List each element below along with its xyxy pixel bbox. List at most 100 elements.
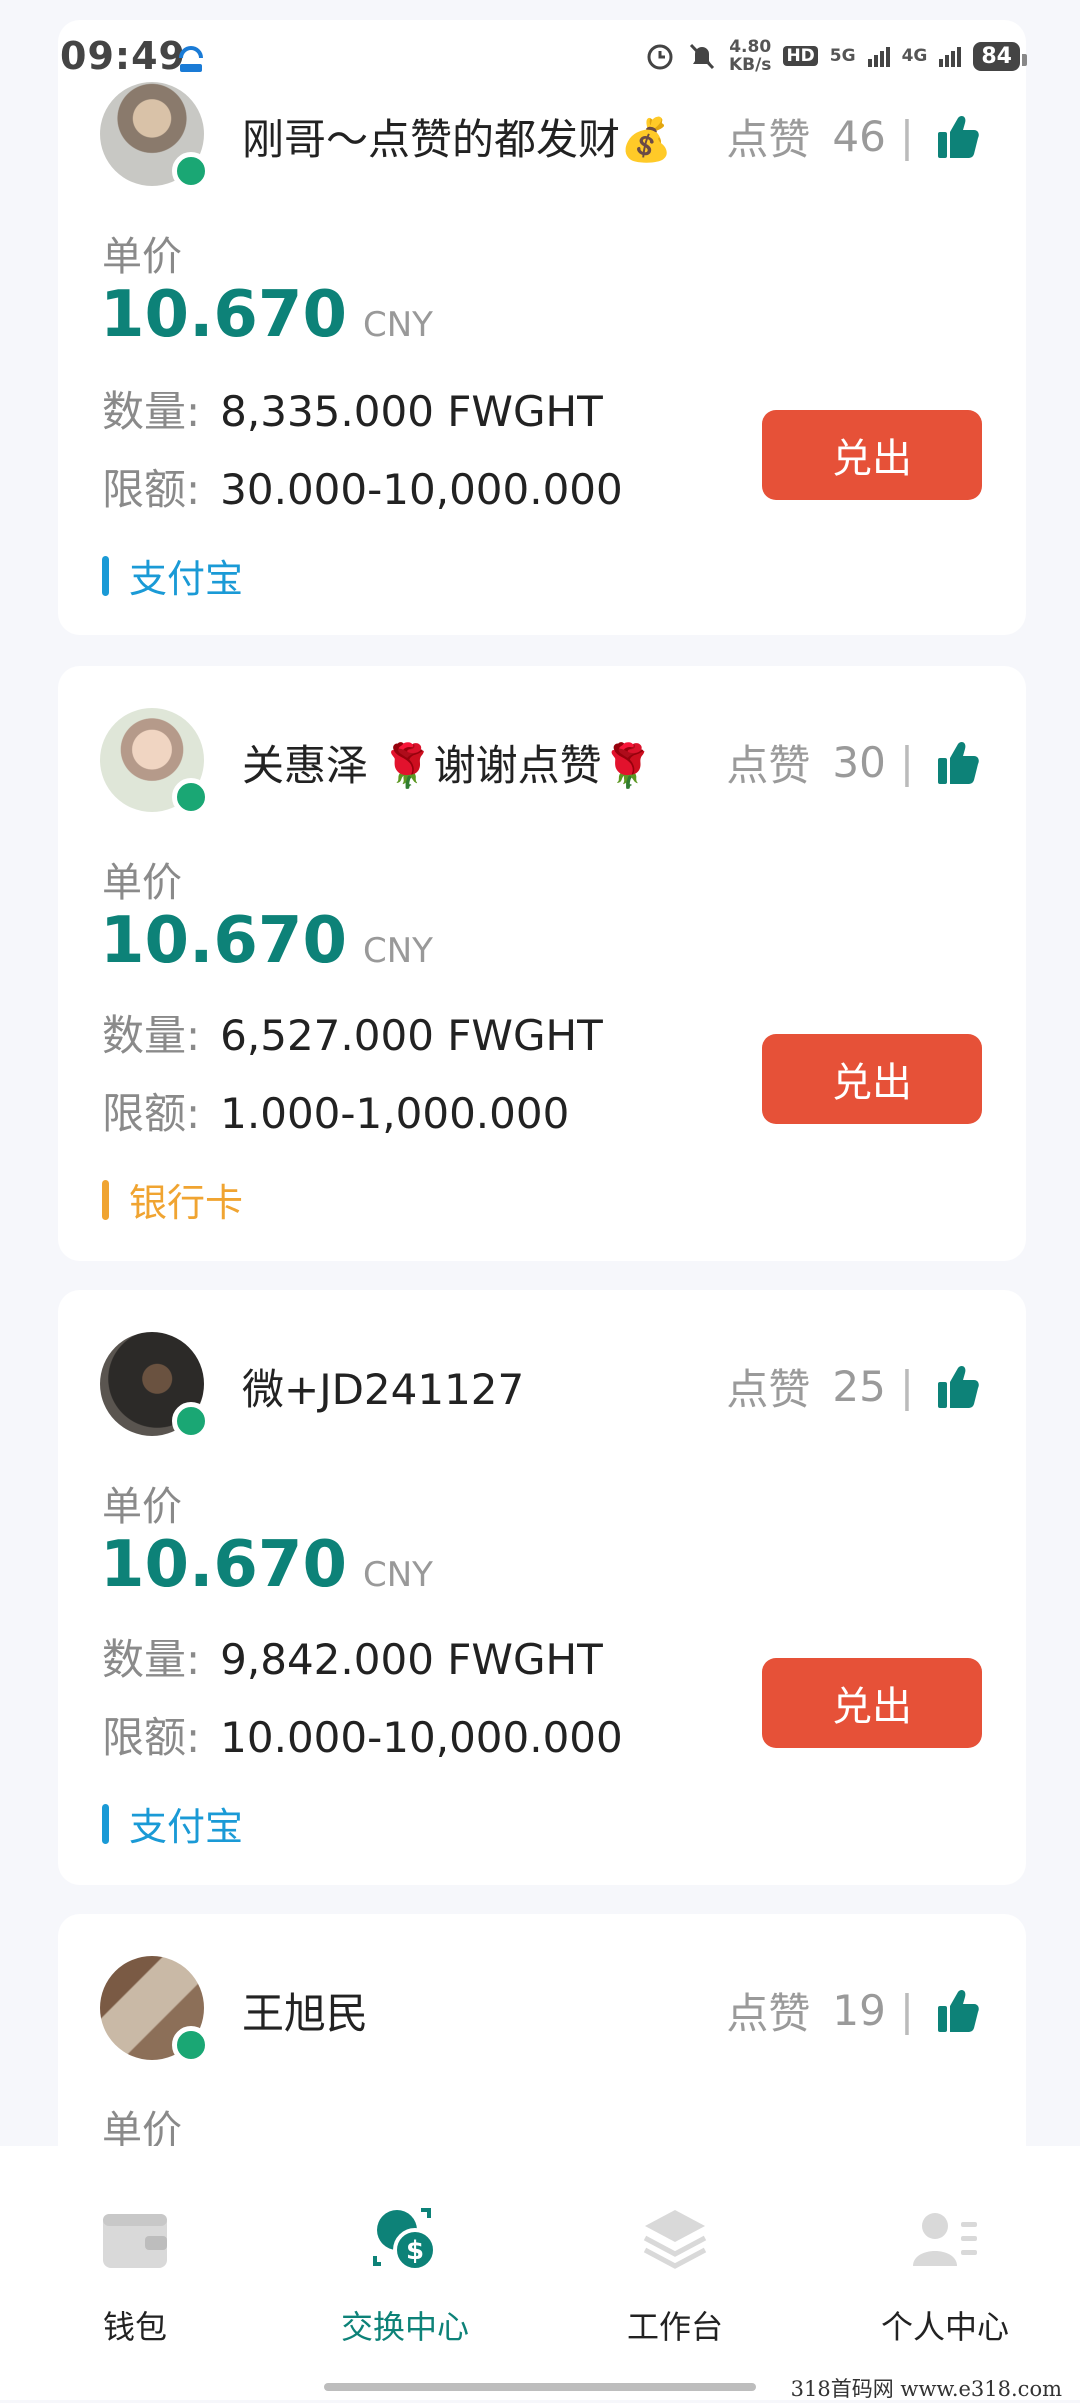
mute-icon xyxy=(689,43,715,70)
avatar[interactable] xyxy=(100,1956,210,2064)
limit-label: 限额: xyxy=(102,465,201,514)
exchange-icon: $ xyxy=(373,2208,437,2272)
likes-count: 30 xyxy=(832,738,886,787)
limit-label: 限额: xyxy=(102,1713,201,1762)
hd-badge: HD xyxy=(783,46,818,66)
quantity-row: 数量: 6,527.000 FWGHT xyxy=(102,1002,603,1063)
sell-button[interactable]: 兑出 xyxy=(762,1658,982,1748)
quantity-value: 8,335.000 FWGHT xyxy=(220,387,603,436)
likes-count: 46 xyxy=(832,112,886,161)
likes: 点赞 30 | xyxy=(726,732,980,793)
likes-label: 点赞 xyxy=(726,741,811,790)
likes-label: 点赞 xyxy=(726,1989,811,2038)
unit-price: 10.670 CNY xyxy=(100,1528,433,1602)
wallet-icon xyxy=(103,2214,167,2268)
likes-label: 点赞 xyxy=(726,1365,811,1414)
price-label: 单价 xyxy=(102,234,182,280)
online-status-dot xyxy=(172,2026,210,2064)
bottom-tab-bar: 钱包 $ 交换中心 工作台 个人中心 xyxy=(0,2146,1080,2400)
payment-method: 支付宝 xyxy=(102,1796,243,1851)
tab-workbench[interactable]: 工作台 xyxy=(540,2146,810,2400)
thumbs-up-icon[interactable] xyxy=(936,1988,980,2034)
net-type-1: 5G xyxy=(829,46,856,66)
thumbs-up-icon[interactable] xyxy=(936,114,980,160)
svg-text:$: $ xyxy=(406,2236,424,2266)
price-label: 单价 xyxy=(102,1484,182,1530)
battery-indicator: 84 xyxy=(973,41,1027,71)
divider: | xyxy=(899,112,914,161)
limit-label: 限额: xyxy=(102,1089,201,1138)
quantity-value: 9,842.000 FWGHT xyxy=(220,1635,603,1684)
payment-bar xyxy=(102,1179,109,1220)
signal-icon xyxy=(867,47,890,67)
seller-name: 王旭民 xyxy=(242,1989,369,2038)
net-type-2: 4G xyxy=(901,46,928,66)
payment-bar xyxy=(102,1803,109,1844)
payment-label: 银行卡 xyxy=(129,1181,244,1225)
tab-label: 交换中心 xyxy=(340,2308,469,2346)
offer-card[interactable]: 微+JD241127 点赞 25 | 单价 10.670 CNY 数量: 9,842… xyxy=(58,1290,1026,1885)
likes: 点赞 25 | xyxy=(726,1356,980,1417)
limit-row: 限额: 30.000-10,000.000 xyxy=(102,456,623,517)
payment-method: 支付宝 xyxy=(102,548,243,603)
seller-name: 微+JD241127 xyxy=(242,1365,525,1414)
offer-card[interactable]: 关惠泽 🌹谢谢点赞🌹 点赞 30 | 单价 10.670 CNY 数量: 6,527… xyxy=(58,666,1026,1261)
unit-price: 10.670 CNY xyxy=(100,904,433,978)
online-status-dot xyxy=(172,778,210,816)
likes-count: 25 xyxy=(832,1362,886,1411)
payment-label: 支付宝 xyxy=(129,557,244,601)
divider: | xyxy=(899,1986,914,2035)
likes: 点赞 46 | xyxy=(726,106,980,167)
tab-profile[interactable]: 个人中心 xyxy=(810,2146,1080,2400)
home-indicator[interactable] xyxy=(324,2383,756,2391)
status-time: 09:49 xyxy=(60,34,186,78)
avatar[interactable] xyxy=(100,708,210,816)
unit-price: 10.670 CNY xyxy=(100,278,433,352)
avatar[interactable] xyxy=(100,1332,210,1440)
payment-label: 支付宝 xyxy=(129,1805,244,1849)
limit-value: 10.000-10,000.000 xyxy=(220,1713,623,1762)
currency: CNY xyxy=(362,1555,433,1595)
quantity-label: 数量: xyxy=(102,387,201,436)
quantity-row: 数量: 8,335.000 FWGHT xyxy=(102,378,603,439)
price-value: 10.670 xyxy=(100,1528,347,1602)
tab-wallet[interactable]: 钱包 xyxy=(0,2146,270,2400)
divider: | xyxy=(899,738,914,787)
price-value: 10.670 xyxy=(100,904,347,978)
limit-value: 30.000-10,000.000 xyxy=(220,465,623,514)
currency: CNY xyxy=(362,305,433,345)
status-bar: 09:49 4.80 KB/s HD 5G 4G 84 xyxy=(0,0,1080,80)
payment-method: 银行卡 xyxy=(102,1172,243,1227)
tab-label: 个人中心 xyxy=(880,2308,1009,2346)
tab-label: 工作台 xyxy=(626,2308,723,2346)
status-icons: 4.80 KB/s HD 5G 4G 84 xyxy=(645,36,1027,76)
divider: | xyxy=(899,1362,914,1411)
tab-exchange-center[interactable]: $ 交换中心 xyxy=(270,2146,540,2400)
limit-value: 1.000-1,000.000 xyxy=(220,1089,570,1138)
limit-row: 限额: 1.000-1,000.000 xyxy=(102,1080,569,1141)
net-speed-unit: KB/s xyxy=(728,55,772,75)
price-value: 10.670 xyxy=(100,278,347,352)
watermark: 318首码网 www.e318.com xyxy=(790,2377,1062,2401)
avatar[interactable] xyxy=(100,82,210,190)
offer-card[interactable]: 刚哥～点赞的都发财💰 点赞 46 | 单价 10.670 CNY 数量: 8,335… xyxy=(58,20,1026,635)
thumbs-up-icon[interactable] xyxy=(936,740,980,786)
alarm-icon xyxy=(647,44,673,70)
quantity-label: 数量: xyxy=(102,1011,201,1060)
likes-label: 点赞 xyxy=(726,115,811,164)
online-status-dot xyxy=(172,152,210,190)
price-label: 单价 xyxy=(102,860,182,906)
likes-count: 19 xyxy=(832,1986,886,2035)
signal-icon-2 xyxy=(939,47,962,67)
currency: CNY xyxy=(362,931,433,971)
sell-button[interactable]: 兑出 xyxy=(762,410,982,500)
online-status-dot xyxy=(172,1402,210,1440)
network-activity-icon xyxy=(179,46,203,72)
tab-label: 钱包 xyxy=(102,2308,167,2346)
net-speed: 4.80 KB/s xyxy=(729,38,771,74)
net-speed-value: 4.80 xyxy=(729,37,772,57)
quantity-value: 6,527.000 FWGHT xyxy=(220,1011,603,1060)
thumbs-up-icon[interactable] xyxy=(936,1364,980,1410)
payment-bar xyxy=(102,555,109,596)
sell-button[interactable]: 兑出 xyxy=(762,1034,982,1124)
